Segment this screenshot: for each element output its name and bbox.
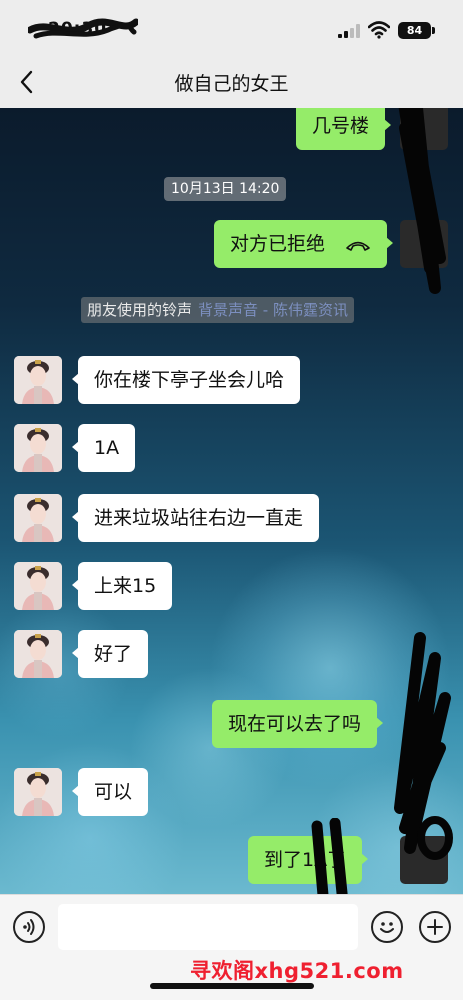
sent-message-bubble[interactable]: 现在可以去了吗	[212, 700, 384, 748]
received-message-bubble[interactable]: 上来15	[71, 562, 173, 610]
emoji-button[interactable]	[371, 911, 403, 943]
contact-avatar[interactable]	[14, 562, 62, 610]
nav-bar: 做自己的女王	[0, 55, 463, 108]
message-timestamp: 10月13日 14:20	[164, 177, 287, 201]
contact-avatar[interactable]	[14, 494, 62, 542]
avatar-portrait-icon	[14, 356, 62, 404]
received-message-bubble[interactable]: 好了	[71, 630, 149, 678]
contact-avatar[interactable]	[14, 424, 62, 472]
input-bar: 寻欢阁xhg521.com	[0, 894, 463, 1000]
voice-icon	[23, 919, 35, 935]
my-avatar[interactable]	[400, 836, 448, 884]
battery-indicator: 84	[398, 22, 431, 39]
call-record-bubble[interactable]: 对方已拒绝	[214, 220, 394, 268]
sent-message-bubble[interactable]: 到了1A了	[248, 836, 369, 884]
signal-icon	[338, 24, 360, 38]
redaction-scribble-middle	[394, 632, 453, 860]
received-message-bubble[interactable]: 1A	[71, 424, 136, 472]
avatar-portrait-icon	[14, 630, 62, 678]
chat-message-area[interactable]: 几号楼 10月13日 14:20 对方已拒绝 朋友使用的铃声 背景声音 - 陈伟霆…	[0, 108, 463, 894]
call-status-text: 对方已拒绝	[230, 233, 326, 255]
received-message-bubble[interactable]: 进来垃圾站往右边一直走	[71, 494, 320, 542]
ringtone-link[interactable]: 背景声音 - 陈伟霆资讯	[198, 301, 348, 319]
ringtone-label: 朋友使用的铃声	[87, 301, 193, 319]
site-watermark: 寻欢阁xhg521.com	[190, 959, 404, 983]
voice-input-button[interactable]	[13, 911, 45, 943]
chat-title: 做自己的女王	[174, 73, 289, 95]
plus-icon	[427, 919, 443, 935]
phone-hangup-icon	[346, 241, 370, 251]
avatar-portrait-icon	[14, 562, 62, 610]
avatar-portrait-icon	[14, 768, 62, 816]
time-redaction-scribble	[28, 18, 138, 39]
contact-avatar[interactable]	[14, 768, 62, 816]
my-avatar[interactable]	[400, 220, 448, 268]
ringtone-note: 朋友使用的铃声 背景声音 - 陈伟霆资讯	[81, 297, 354, 323]
contact-avatar[interactable]	[14, 356, 62, 404]
battery-tip	[432, 27, 435, 34]
message-input[interactable]	[58, 904, 358, 950]
my-avatar[interactable]	[400, 108, 448, 150]
received-message-bubble[interactable]: 可以	[71, 768, 149, 816]
wifi-icon	[368, 21, 390, 39]
avatar-portrait-icon	[14, 494, 62, 542]
smiley-icon	[380, 922, 394, 933]
more-options-button[interactable]	[419, 911, 451, 943]
contact-avatar[interactable]	[14, 630, 62, 678]
sent-message-bubble[interactable]: 几号楼	[296, 108, 392, 150]
avatar-portrait-icon	[14, 424, 62, 472]
status-bar: 20:30 84	[0, 0, 463, 55]
received-message-bubble[interactable]: 你在楼下亭子坐会儿哈	[71, 356, 301, 404]
